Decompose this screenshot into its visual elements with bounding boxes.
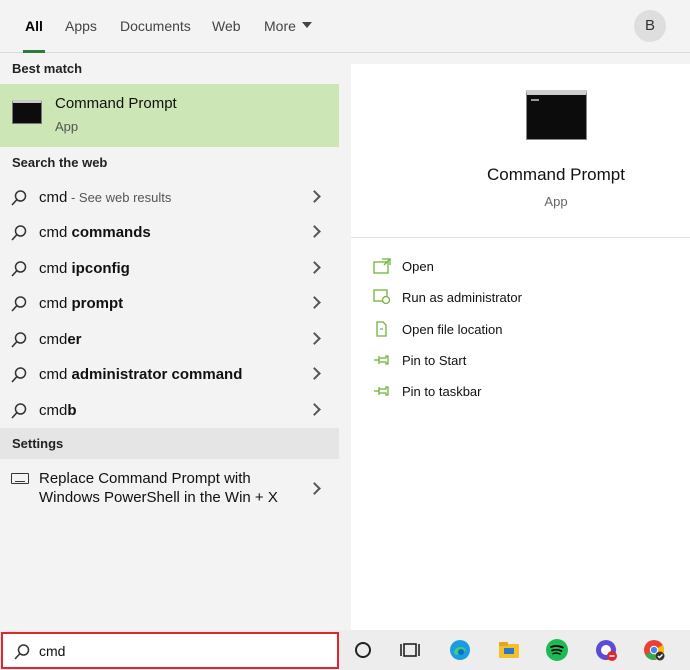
search-web-heading: Search the web xyxy=(12,155,108,170)
run-as-admin-icon xyxy=(373,289,391,305)
chevron-right-icon xyxy=(308,190,321,203)
tab-documents[interactable]: Documents xyxy=(120,0,191,53)
taskbar-search-box[interactable] xyxy=(1,632,339,669)
open-icon xyxy=(373,258,391,274)
search-icon xyxy=(11,403,27,419)
web-result-row[interactable]: cmdb xyxy=(0,393,339,428)
action-label: Open file location xyxy=(402,322,503,337)
task-view-icon[interactable] xyxy=(398,638,422,662)
taskbar xyxy=(0,630,690,670)
tab-web[interactable]: Web xyxy=(212,0,241,53)
detail-title: Command Prompt xyxy=(487,165,625,184)
action-open-file-location[interactable]: Open file location xyxy=(351,315,690,345)
file-explorer-icon[interactable] xyxy=(497,638,521,662)
chevron-right-icon xyxy=(308,225,321,238)
command-prompt-icon xyxy=(12,100,42,124)
avatar[interactable]: B xyxy=(634,10,666,42)
pin-icon xyxy=(374,386,389,396)
spotify-icon[interactable] xyxy=(545,638,569,662)
settings-heading: Settings xyxy=(0,428,339,459)
settings-result-label: Replace Command Prompt with Windows Powe… xyxy=(39,470,278,506)
web-result-row[interactable]: cmd - See web results xyxy=(0,180,339,215)
action-run-as-admin[interactable]: Run as administrator xyxy=(351,283,690,313)
chevron-right-icon xyxy=(308,296,321,309)
web-result-row[interactable]: cmder xyxy=(0,322,339,357)
caret-down-icon xyxy=(301,22,312,29)
search-icon xyxy=(11,190,27,206)
action-label: Open xyxy=(402,259,434,274)
best-match-heading: Best match xyxy=(12,61,83,76)
action-pin-to-taskbar[interactable]: Pin to taskbar xyxy=(351,377,690,407)
detail-subtitle: App xyxy=(544,194,568,209)
search-icon xyxy=(11,225,27,241)
chevron-right-icon xyxy=(308,332,321,345)
tab-apps[interactable]: Apps xyxy=(65,0,97,53)
web-result-label: cmdb xyxy=(39,402,77,419)
chevron-right-icon xyxy=(308,261,321,274)
search-input[interactable] xyxy=(39,640,319,662)
divider xyxy=(351,237,690,238)
web-result-row[interactable]: cmd administrator command xyxy=(0,357,339,392)
best-match-item[interactable]: Command Prompt App xyxy=(0,84,339,147)
tab-all[interactable]: All xyxy=(23,0,45,53)
web-result-label: cmd - See web results xyxy=(39,189,172,206)
search-icon xyxy=(11,367,27,383)
action-label: Run as administrator xyxy=(402,290,522,305)
results-list: Best match Command Prompt App Search the… xyxy=(0,53,339,630)
web-result-label: cmd ipconfig xyxy=(39,260,130,277)
search-icon xyxy=(14,644,30,660)
action-label: Pin to taskbar xyxy=(402,384,482,399)
chevron-right-icon xyxy=(308,367,321,380)
start-menu-search: All Apps Documents Web More B Best match… xyxy=(0,0,690,670)
app-icon[interactable] xyxy=(594,638,618,662)
search-icon xyxy=(11,261,27,277)
chrome-icon[interactable] xyxy=(642,638,666,662)
action-pin-to-start[interactable]: Pin to Start xyxy=(351,346,690,376)
web-result-row[interactable]: cmd prompt xyxy=(0,286,339,321)
edge-icon[interactable] xyxy=(448,638,472,662)
web-result-label: cmd prompt xyxy=(39,295,124,312)
web-result-label: cmd administrator command xyxy=(39,366,243,383)
chevron-right-icon xyxy=(308,482,321,495)
settings-result-row[interactable]: Replace Command Prompt with Windows Powe… xyxy=(0,459,339,519)
best-match-title: Command Prompt xyxy=(55,95,177,112)
web-result-row[interactable]: cmd ipconfig xyxy=(0,251,339,286)
search-icon xyxy=(11,332,27,348)
web-result-row[interactable]: cmd commands xyxy=(0,215,339,250)
web-result-label: cmd commands xyxy=(39,224,151,241)
web-result-label: cmder xyxy=(39,331,82,348)
detail-panel: Command Prompt App Open Run as administr… xyxy=(351,64,690,630)
tab-more[interactable]: More xyxy=(264,0,312,53)
action-open[interactable]: Open xyxy=(351,252,690,282)
tab-more-label: More xyxy=(264,18,296,34)
search-icon xyxy=(11,296,27,312)
chevron-right-icon xyxy=(308,403,321,416)
keyboard-icon xyxy=(11,473,29,484)
search-tabs-bar: All Apps Documents Web More B xyxy=(0,0,690,53)
action-label: Pin to Start xyxy=(402,353,467,368)
cortana-icon[interactable] xyxy=(351,638,375,662)
best-match-subtitle: App xyxy=(55,119,79,134)
pin-icon xyxy=(374,355,389,365)
command-prompt-icon xyxy=(526,90,587,140)
file-location-icon xyxy=(376,321,387,337)
